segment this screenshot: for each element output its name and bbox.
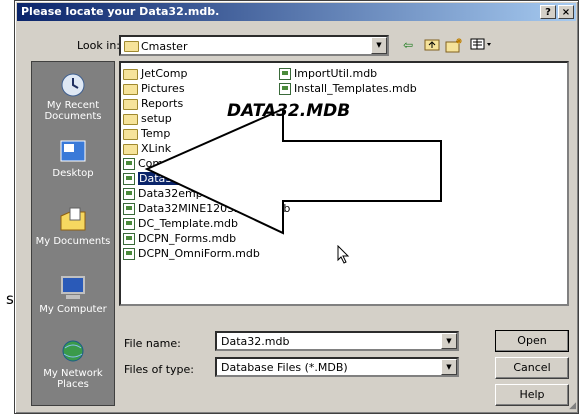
mouse-cursor-icon: [337, 245, 350, 264]
file-name-value: Data32.mdb: [221, 335, 290, 348]
file-type-label: Files of type:: [124, 363, 195, 376]
file-type-value: Database Files (*.MDB): [221, 361, 348, 374]
stray-text: s: [6, 290, 14, 308]
callout-label: DATA32.MDB: [227, 101, 351, 121]
cancel-button[interactable]: Cancel: [495, 357, 569, 379]
file-name-input[interactable]: Data32.mdb ▼: [215, 331, 459, 351]
open-button[interactable]: Open: [495, 330, 569, 352]
chevron-down-icon[interactable]: ▼: [441, 359, 457, 375]
chevron-down-icon[interactable]: ▼: [441, 333, 457, 349]
callout-arrow: [144, 107, 442, 235]
resize-grip-icon[interactable]: ◢: [569, 401, 576, 411]
open-file-dialog: Please locate your Data32.mdb. ? × Look …: [14, 0, 579, 414]
file-name-label: File name:: [124, 337, 181, 350]
file-type-dropdown[interactable]: Database Files (*.MDB) ▼: [215, 357, 459, 377]
help-button[interactable]: Help: [495, 384, 569, 406]
